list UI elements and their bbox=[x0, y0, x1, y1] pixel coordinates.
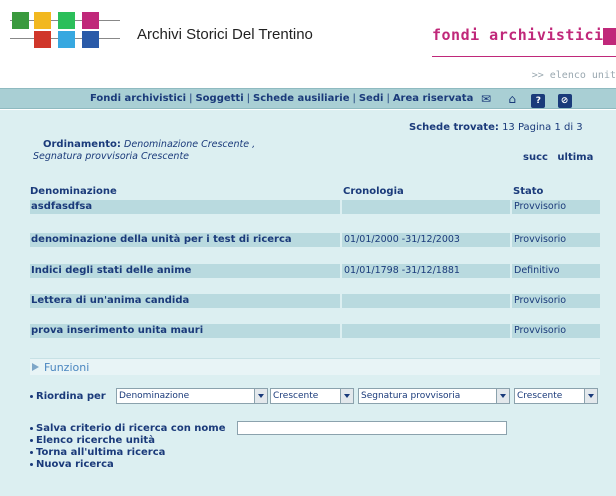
saved-searches-link[interactable]: Elenco ricerche unità bbox=[30, 435, 226, 447]
save-search-name-input[interactable] bbox=[237, 421, 507, 435]
save-search-link[interactable]: Salva criterio di ricerca con nome bbox=[30, 423, 226, 435]
triangle-right-icon bbox=[32, 363, 39, 371]
results-info: 13 Pagina 1 di 3 bbox=[502, 122, 583, 133]
bullet-icon bbox=[30, 438, 33, 442]
nav-area-riservata[interactable]: Area riservata bbox=[393, 93, 474, 104]
envelope-icon[interactable]: ✉ bbox=[479, 92, 493, 106]
breadcrumb: >> elenco unit bbox=[531, 70, 616, 81]
ordering-info: Ordinamento: Denominazione Crescente , S… bbox=[33, 139, 256, 163]
row-stato: Provvisorio bbox=[512, 324, 600, 338]
row-denominazione-link[interactable]: denominazione della unità per i test di … bbox=[30, 233, 340, 247]
row-cronologia bbox=[342, 294, 510, 308]
nav-separator: | bbox=[246, 93, 251, 104]
nav-sedi[interactable]: Sedi bbox=[359, 93, 384, 104]
reorder-direction-select-1[interactable]: Crescente bbox=[270, 388, 354, 404]
chevron-down-icon bbox=[496, 389, 509, 403]
nav-separator: | bbox=[386, 93, 390, 104]
bullet-icon bbox=[30, 426, 33, 430]
bullet-icon bbox=[30, 394, 33, 398]
row-stato: Definitivo bbox=[512, 264, 600, 278]
pagination: succ ultima bbox=[523, 152, 599, 163]
row-cronologia: 01/01/1798 -31/12/1881 bbox=[342, 264, 510, 278]
row-stato: Provvisorio bbox=[512, 294, 600, 308]
row-denominazione-link[interactable]: Indici degli stati delle anime bbox=[30, 264, 340, 278]
chevron-down-icon bbox=[584, 389, 597, 403]
nav-icons: ✉ ⌂ ? ⊘ bbox=[479, 92, 581, 108]
select-value: Denominazione bbox=[119, 391, 190, 401]
row-stato: Provvisorio bbox=[512, 200, 600, 214]
function-actions: Salva criterio di ricerca con nome Elenc… bbox=[30, 423, 226, 471]
row-cronologia: 01/01/2000 -31/12/2003 bbox=[342, 233, 510, 247]
chevron-down-icon bbox=[340, 389, 353, 403]
nav-schede-ausiliarie[interactable]: Schede ausiliarie bbox=[253, 93, 349, 104]
select-value: Crescente bbox=[273, 391, 319, 401]
chevron-down-icon bbox=[254, 389, 267, 403]
nav-separator: | bbox=[352, 93, 356, 104]
reorder-label: Riordina per bbox=[30, 391, 106, 402]
ordering-label: Ordinamento: bbox=[43, 139, 121, 150]
row-denominazione-link[interactable]: Lettera di un'anima candida bbox=[30, 294, 340, 308]
table-row: Indici degli stati delle anime 01/01/179… bbox=[30, 264, 600, 278]
functions-section-toggle[interactable]: Funzioni bbox=[30, 358, 600, 375]
select-value: Crescente bbox=[517, 391, 563, 401]
ordering-line1: Denominazione Crescente , bbox=[124, 139, 256, 150]
nav-fondi-archivistici[interactable]: Fondi archivistici bbox=[90, 93, 186, 104]
table-row: asdfasdfsa Provvisorio bbox=[30, 200, 600, 214]
next-page-link[interactable]: succ bbox=[523, 152, 548, 163]
logo bbox=[10, 10, 120, 48]
bullet-icon bbox=[30, 462, 33, 466]
table-row: denominazione della unità per i test di … bbox=[30, 233, 600, 247]
section-marker bbox=[603, 28, 616, 45]
row-denominazione-link[interactable]: asdfasdfsa bbox=[30, 200, 340, 214]
ordering-line2: Segnatura provvisoria Crescente bbox=[33, 151, 190, 162]
nav-links: Fondi archivistici | Soggetti | Schede ausil… bbox=[90, 93, 473, 104]
bullet-icon bbox=[30, 450, 33, 454]
nav-soggetti[interactable]: Soggetti bbox=[195, 93, 243, 104]
table-row: Lettera di un'anima candida Provvisorio bbox=[30, 294, 600, 308]
column-header-stato: Stato bbox=[513, 186, 544, 197]
breadcrumb-band bbox=[0, 57, 616, 88]
column-header-denominazione: Denominazione bbox=[30, 186, 117, 197]
results-label: Schede trovate: bbox=[409, 122, 499, 133]
row-cronologia bbox=[342, 200, 510, 214]
row-cronologia bbox=[342, 324, 510, 338]
functions-title: Funzioni bbox=[44, 361, 90, 374]
logout-icon[interactable]: ⊘ bbox=[557, 94, 572, 108]
reorder-field-select-2[interactable]: Segnatura provvisoria bbox=[358, 388, 510, 404]
site-header: Archivi Storici Del Trentino fondi archi… bbox=[0, 0, 616, 57]
section-title: fondi archivistici bbox=[432, 26, 604, 44]
row-stato: Provvisorio bbox=[512, 233, 600, 247]
row-denominazione-link[interactable]: prova inserimento unita mauri bbox=[30, 324, 340, 338]
main-navbar: Fondi archivistici | Soggetti | Schede ausil… bbox=[0, 88, 616, 109]
last-page-link[interactable]: ultima bbox=[557, 152, 593, 163]
column-header-cronologia: Cronologia bbox=[343, 186, 404, 197]
site-title: Archivi Storici Del Trentino bbox=[137, 26, 313, 43]
reorder-field-select-1[interactable]: Denominazione bbox=[116, 388, 268, 404]
results-count: Schede trovate: 13 Pagina 1 di 3 bbox=[409, 122, 583, 133]
help-icon[interactable]: ? bbox=[531, 94, 546, 108]
reorder-row: Riordina per Denominazione Crescente Seg… bbox=[30, 388, 610, 404]
home-icon[interactable]: ⌂ bbox=[505, 92, 519, 106]
last-search-link[interactable]: Torna all'ultima ricerca bbox=[30, 447, 226, 459]
select-value: Segnatura provvisoria bbox=[361, 391, 461, 401]
new-search-link[interactable]: Nuova ricerca bbox=[30, 459, 226, 471]
table-row: prova inserimento unita mauri Provvisori… bbox=[30, 324, 600, 338]
reorder-direction-select-2[interactable]: Crescente bbox=[514, 388, 598, 404]
